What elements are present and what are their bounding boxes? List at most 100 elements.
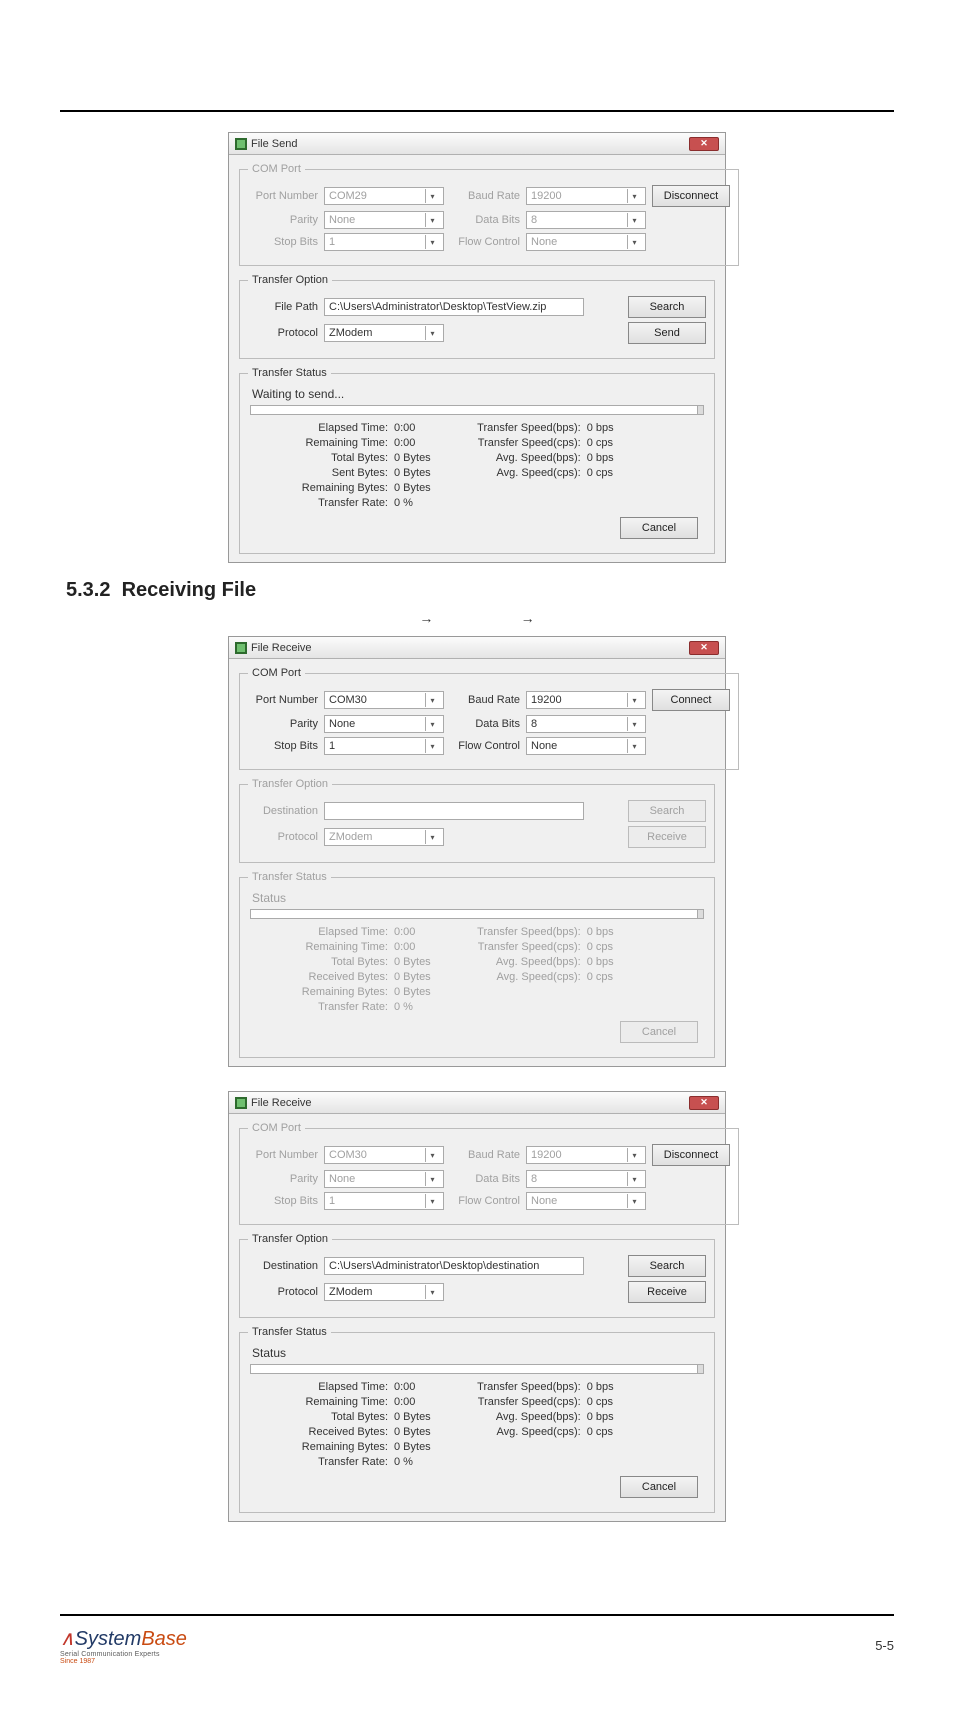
stop-bits-label: Stop Bits [248, 236, 318, 248]
send-button[interactable]: Send [628, 322, 706, 344]
flow-control-select[interactable]: None▾ [526, 737, 646, 755]
section-heading: 5.3.2 Receiving File [66, 579, 894, 602]
parity-select[interactable]: None▾ [324, 211, 444, 229]
baud-rate-select[interactable]: 19200▾ [526, 1146, 646, 1164]
close-icon[interactable]: ✕ [689, 1096, 719, 1110]
dialog-title: File Send [251, 138, 297, 150]
chevron-down-icon: ▾ [425, 1148, 439, 1162]
group-legend: Transfer Option [248, 778, 332, 790]
search-button[interactable]: Search [628, 1255, 706, 1277]
stats-right: Transfer Speed(bps):0 bps Transfer Speed… [461, 421, 614, 511]
destination-input[interactable]: C:\Users\Administrator\Desktop\destinati… [324, 1257, 584, 1275]
com-port-group: COM Port Port Number COM29▾ Baud Rate 19… [239, 163, 739, 266]
flow-control-label: Flow Control [450, 236, 520, 248]
cancel-button[interactable]: Cancel [620, 517, 698, 539]
port-number-select[interactable]: COM30▾ [324, 1146, 444, 1164]
chevron-down-icon: ▾ [627, 717, 641, 731]
parity-select[interactable]: None▾ [324, 1170, 444, 1188]
progress-bar [250, 1364, 704, 1374]
stats-left: Elapsed Time:0:00 Remaining Time:0:00 To… [268, 925, 431, 1015]
transfer-status-group: Transfer Status Status Elapsed Time:0:00… [239, 1326, 715, 1513]
chevron-down-icon: ▾ [425, 693, 439, 707]
stop-bits-select[interactable]: 1▾ [324, 233, 444, 251]
stats-right: Transfer Speed(bps):0 bps Transfer Speed… [461, 925, 614, 1015]
protocol-select[interactable]: ZModem▾ [324, 324, 444, 342]
chevron-down-icon: ▾ [627, 1172, 641, 1186]
arrow-right-icon: → [521, 610, 535, 626]
transfer-option-group: Transfer Option File Path C:\Users\Admin… [239, 274, 715, 359]
com-port-group: COM Port Port Number COM30▾ Baud Rate 19… [239, 1122, 739, 1225]
chevron-down-icon: ▾ [425, 830, 439, 844]
data-bits-label: Data Bits [450, 718, 520, 730]
close-icon[interactable]: ✕ [689, 641, 719, 655]
brand-logo: ∧SystemBase Serial Communication Experts… [60, 1626, 187, 1665]
stop-bits-select[interactable]: 1▾ [324, 737, 444, 755]
port-number-select[interactable]: COM30▾ [324, 691, 444, 709]
cancel-button[interactable]: Cancel [620, 1021, 698, 1043]
titlebar[interactable]: File Receive ✕ [229, 637, 725, 659]
transfer-option-group: Transfer Option Destination Search Proto… [239, 778, 715, 863]
protocol-label: Protocol [248, 831, 318, 843]
group-legend: Transfer Status [248, 871, 331, 883]
dialog-title: File Receive [251, 1097, 312, 1109]
file-path-input[interactable]: C:\Users\Administrator\Desktop\TestView.… [324, 298, 584, 316]
baud-rate-select[interactable]: 19200▾ [526, 187, 646, 205]
file-path-label: File Path [248, 301, 318, 313]
stop-bits-select[interactable]: 1▾ [324, 1192, 444, 1210]
baud-rate-label: Baud Rate [450, 1149, 520, 1161]
data-bits-select[interactable]: 8▾ [526, 715, 646, 733]
port-number-select[interactable]: COM29▾ [324, 187, 444, 205]
com-port-group: COM Port Port Number COM30▾ Baud Rate 19… [239, 667, 739, 770]
data-bits-select[interactable]: 8▾ [526, 1170, 646, 1188]
flow-control-select[interactable]: None▾ [526, 233, 646, 251]
page-number: 5-5 [875, 1638, 894, 1653]
parity-select[interactable]: None▾ [324, 715, 444, 733]
group-legend: COM Port [248, 163, 305, 175]
protocol-select[interactable]: ZModem▾ [324, 1283, 444, 1301]
group-legend: COM Port [248, 1122, 305, 1134]
nav-arrows: → → [60, 610, 894, 626]
data-bits-select[interactable]: 8▾ [526, 211, 646, 229]
receive-button[interactable]: Receive [628, 826, 706, 848]
chevron-down-icon: ▾ [425, 1172, 439, 1186]
stats-left: Elapsed Time:0:00 Remaining Time:0:00 To… [268, 421, 431, 511]
chevron-down-icon: ▾ [627, 235, 641, 249]
dialog-title: File Receive [251, 642, 312, 654]
connect-button[interactable]: Connect [652, 689, 730, 711]
chevron-down-icon: ▾ [425, 189, 439, 203]
flow-control-select[interactable]: None▾ [526, 1192, 646, 1210]
close-icon[interactable]: ✕ [689, 137, 719, 151]
parity-label: Parity [248, 1173, 318, 1185]
baud-rate-select[interactable]: 19200▾ [526, 691, 646, 709]
protocol-select[interactable]: ZModem▾ [324, 828, 444, 846]
baud-rate-label: Baud Rate [450, 694, 520, 706]
transfer-status-group: Transfer Status Status Elapsed Time:0:00… [239, 871, 715, 1058]
chevron-down-icon: ▾ [425, 739, 439, 753]
cancel-button[interactable]: Cancel [620, 1476, 698, 1498]
protocol-label: Protocol [248, 1286, 318, 1298]
titlebar[interactable]: File Receive ✕ [229, 1092, 725, 1114]
disconnect-button[interactable]: Disconnect [652, 1144, 730, 1166]
search-button[interactable]: Search [628, 800, 706, 822]
destination-input[interactable] [324, 802, 584, 820]
protocol-label: Protocol [248, 327, 318, 339]
transfer-status-group: Transfer Status Waiting to send... Elaps… [239, 367, 715, 554]
titlebar[interactable]: File Send ✕ [229, 133, 725, 155]
app-icon [235, 1097, 247, 1109]
flow-control-label: Flow Control [450, 740, 520, 752]
flow-control-label: Flow Control [450, 1195, 520, 1207]
group-legend: Transfer Status [248, 367, 331, 379]
progress-bar [250, 405, 704, 415]
port-number-label: Port Number [248, 1149, 318, 1161]
progress-bar [250, 909, 704, 919]
transfer-option-group: Transfer Option Destination C:\Users\Adm… [239, 1233, 715, 1318]
receive-button[interactable]: Receive [628, 1281, 706, 1303]
parity-label: Parity [248, 214, 318, 226]
chevron-down-icon: ▾ [425, 1194, 439, 1208]
baud-rate-label: Baud Rate [450, 190, 520, 202]
port-number-label: Port Number [248, 694, 318, 706]
group-legend: Transfer Status [248, 1326, 331, 1338]
search-button[interactable]: Search [628, 296, 706, 318]
disconnect-button[interactable]: Disconnect [652, 185, 730, 207]
destination-label: Destination [248, 1260, 318, 1272]
